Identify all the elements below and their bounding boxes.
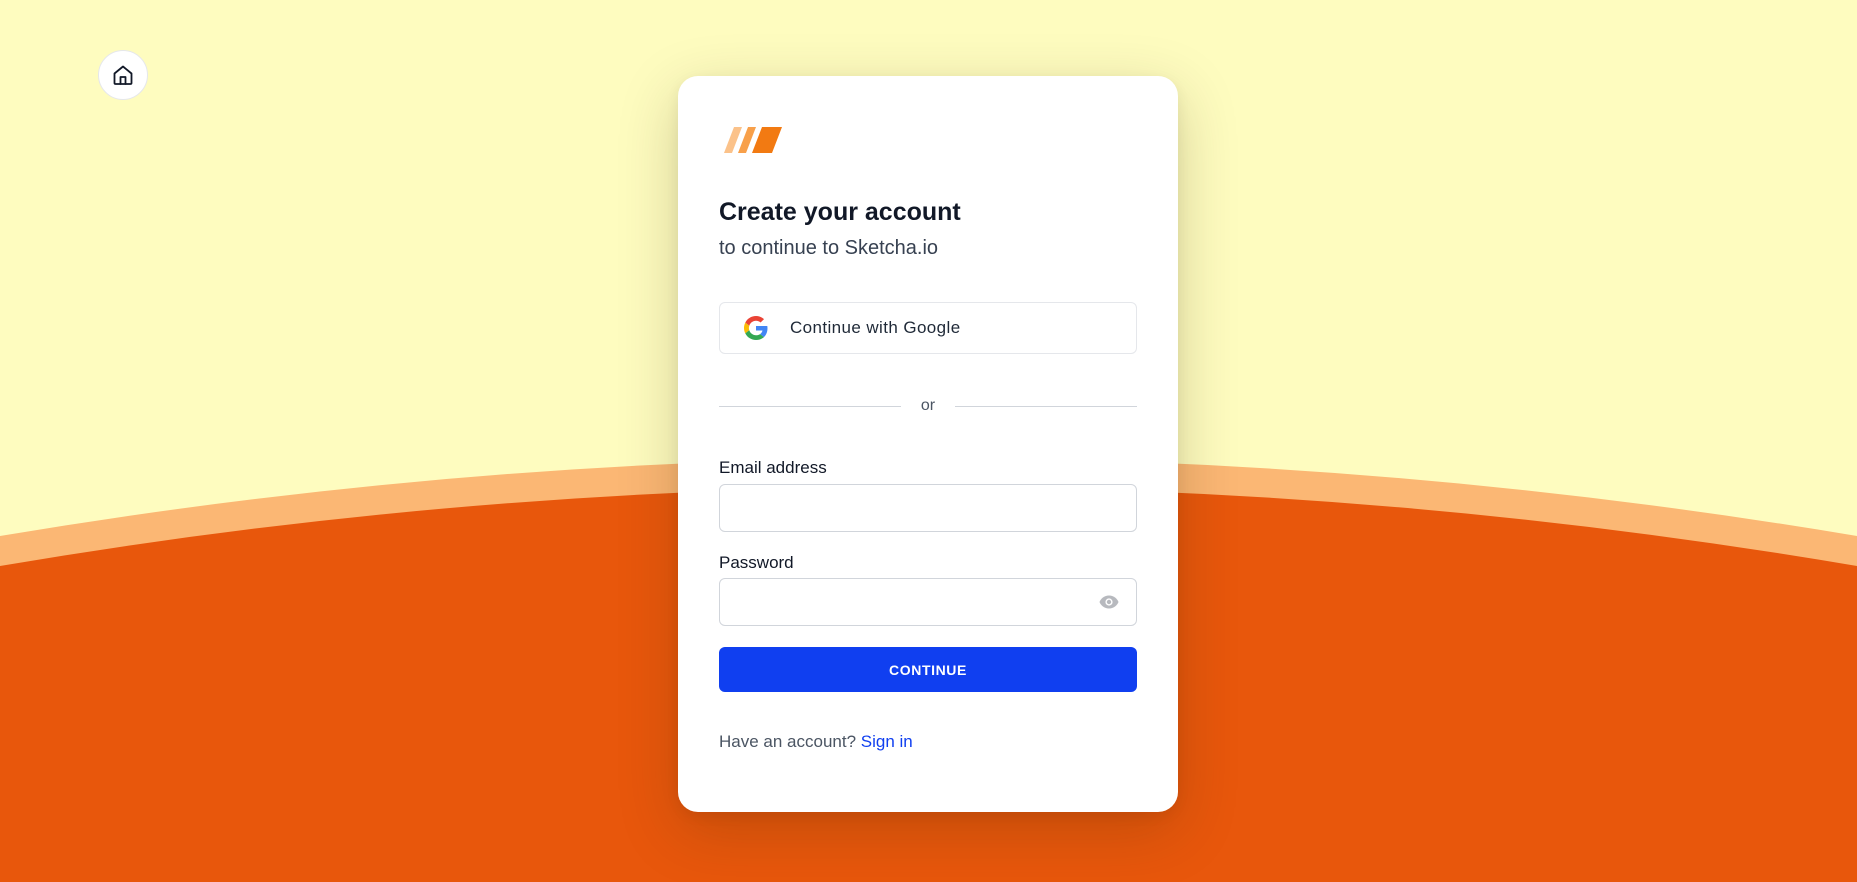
continue-with-google-button[interactable]: Continue with Google [719,302,1137,354]
brand-logo [724,127,782,158]
signin-prompt-text: Have an account? [719,732,857,751]
page-title: Create your account [719,198,961,226]
password-label: Password [719,553,794,572]
page-subtitle: to continue to Sketcha.io [719,237,939,259]
divider-text: or [920,397,936,414]
password-field[interactable] [719,578,1137,626]
divider-line-right [955,405,1138,407]
signup-card: Create your account to continue to Sketc… [678,76,1178,812]
home-button[interactable] [98,50,148,100]
google-button-label: Continue with Google [790,318,961,337]
eye-icon[interactable] [1097,591,1121,613]
signin-link[interactable]: Sign in [861,732,913,751]
divider-line-left [719,405,901,407]
email-field[interactable] [719,484,1137,532]
home-icon [111,63,135,87]
or-divider: or [719,395,1138,417]
google-icon [744,316,768,340]
signin-prompt: Have an account? Sign in [719,732,913,752]
continue-button[interactable]: CONTINUE [719,647,1137,692]
email-label: Email address [719,458,827,477]
